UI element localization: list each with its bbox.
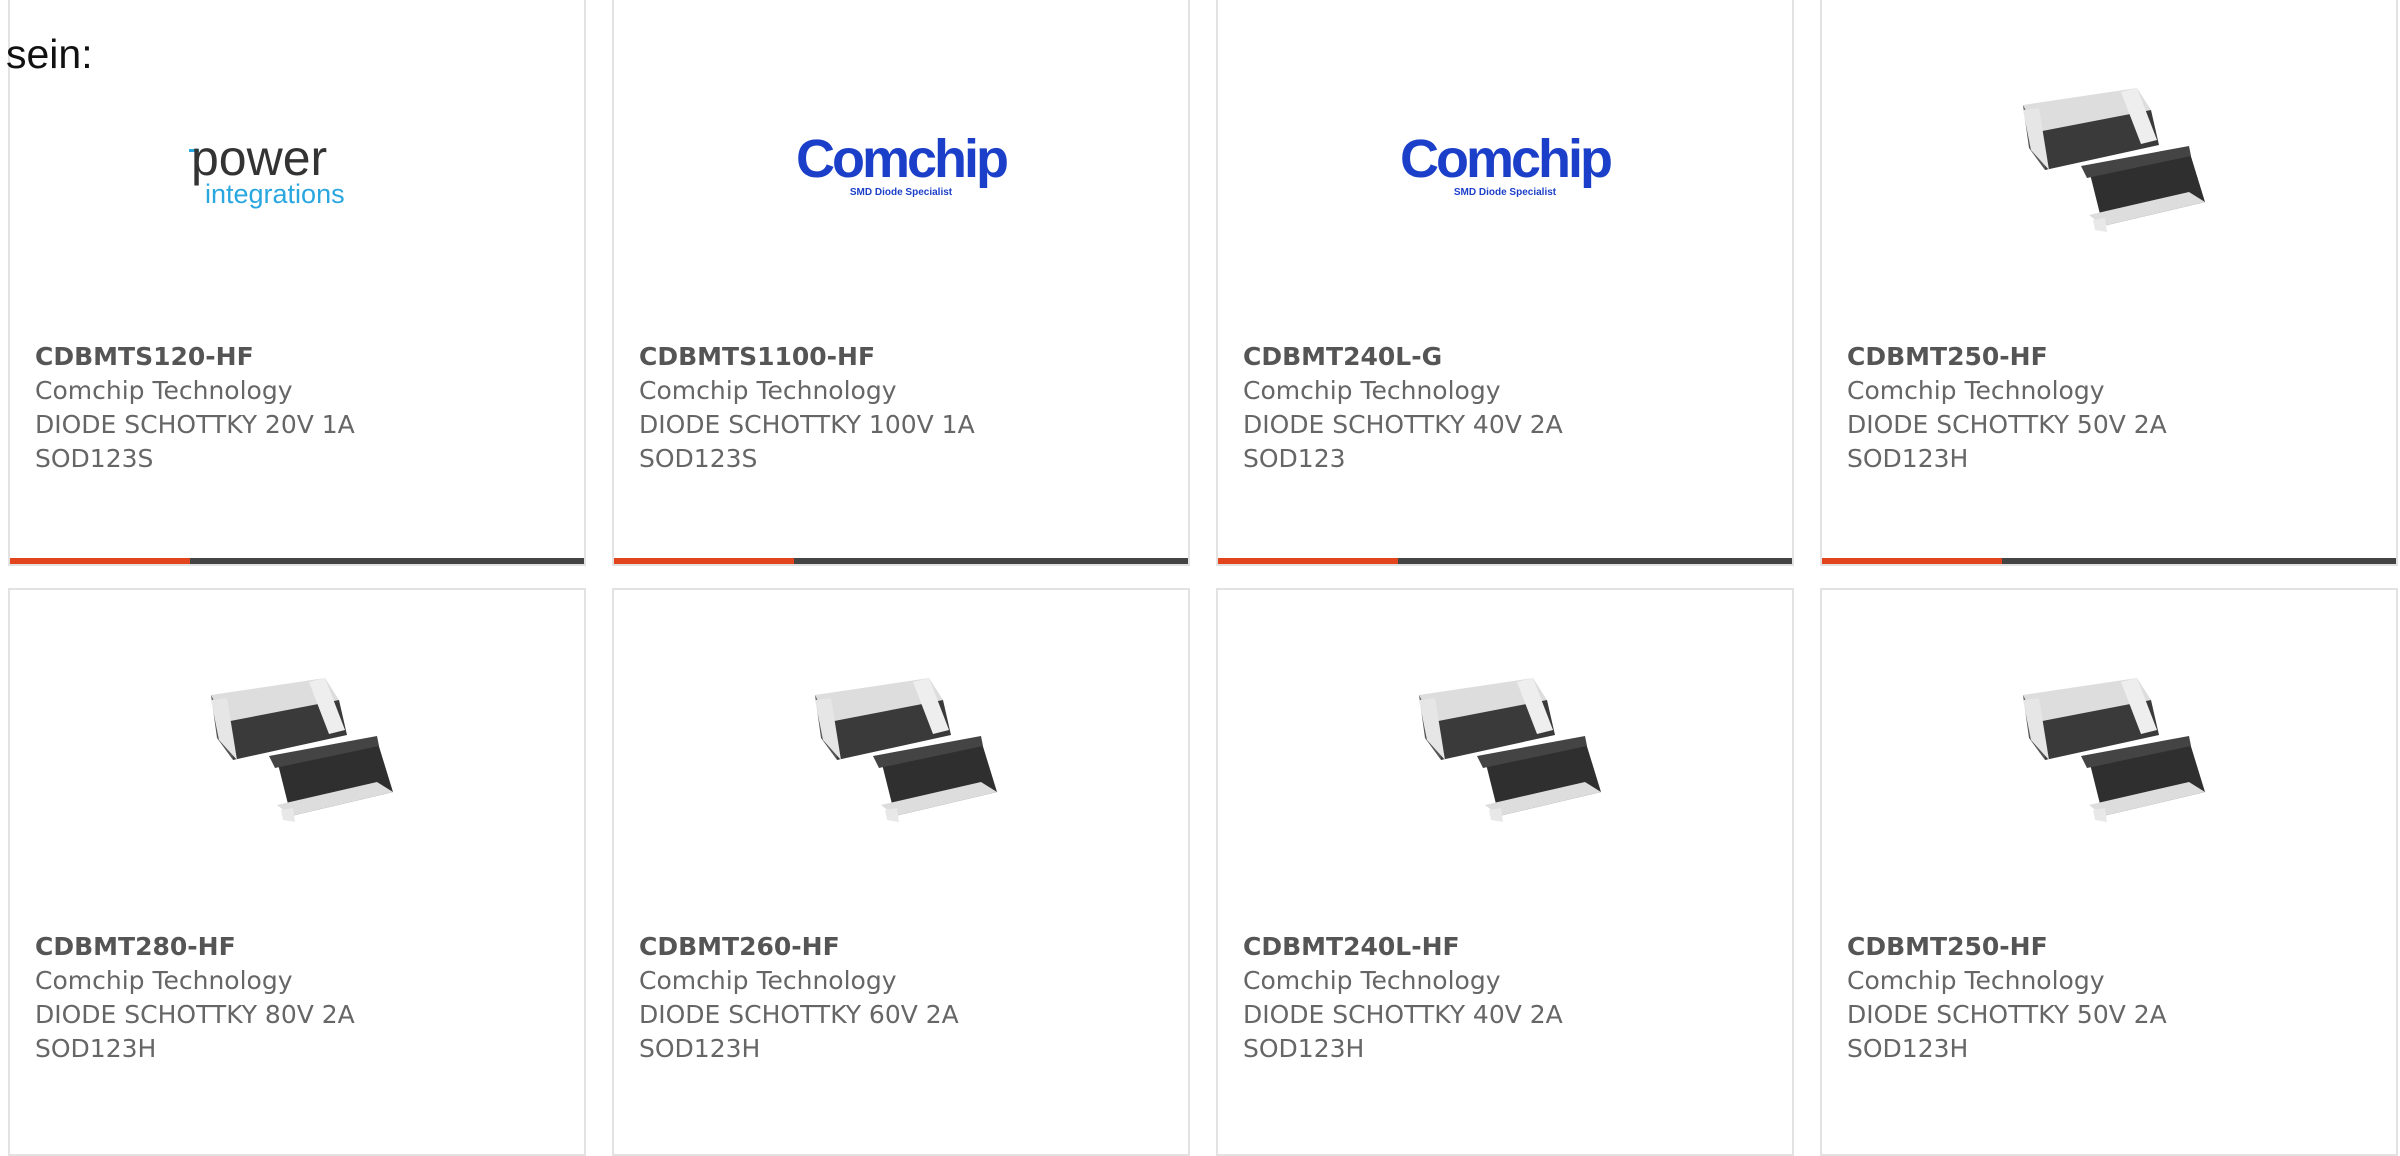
card-bottom-bar bbox=[614, 558, 1188, 564]
manufacturer: Comchip Technology bbox=[35, 376, 293, 405]
smd-diode-icon bbox=[2023, 88, 2205, 232]
part-number[interactable]: CDBMT240L-G bbox=[1243, 340, 1772, 374]
svg-text:power: power bbox=[191, 130, 327, 186]
product-grid: power integrations CDBMTS120-HF Comchip … bbox=[0, 0, 2400, 1156]
part-number[interactable]: CDBMT260-HF bbox=[639, 930, 1168, 964]
package: SOD123H bbox=[639, 1034, 761, 1063]
product-card[interactable]: Comchip SMD Diode Specialist CDBMT240L-G… bbox=[1216, 0, 1794, 566]
part-number[interactable]: CDBMTS1100-HF bbox=[639, 340, 1168, 374]
package: SOD123 bbox=[1243, 444, 1346, 473]
product-photo bbox=[614, 650, 1188, 870]
manufacturer-logo: Comchip SMD Diode Specialist bbox=[614, 60, 1188, 280]
package: SOD123H bbox=[1243, 1034, 1365, 1063]
card-bottom-bar bbox=[1822, 558, 2396, 564]
part-number[interactable]: CDBMTS120-HF bbox=[35, 340, 564, 374]
description: DIODE SCHOTTKY 20V 1A bbox=[35, 410, 355, 439]
part-number[interactable]: CDBMT280-HF bbox=[35, 930, 564, 964]
manufacturer: Comchip Technology bbox=[1243, 376, 1501, 405]
manufacturer: Comchip Technology bbox=[1243, 966, 1501, 995]
smd-diode-icon bbox=[2023, 678, 2205, 822]
product-card[interactable]: CDBMT250-HF Comchip Technology DIODE SCH… bbox=[1820, 0, 2398, 566]
manufacturer: Comchip Technology bbox=[1847, 966, 2105, 995]
manufacturer-logo: Comchip SMD Diode Specialist bbox=[1218, 60, 1792, 280]
product-photo bbox=[10, 650, 584, 870]
product-card[interactable]: CDBMT250-HF Comchip Technology DIODE SCH… bbox=[1820, 588, 2398, 1156]
package: SOD123S bbox=[35, 444, 154, 473]
product-photo bbox=[1822, 60, 2396, 280]
card-bottom-bar bbox=[10, 558, 584, 564]
package: SOD123H bbox=[35, 1034, 157, 1063]
svg-text:Comchip: Comchip bbox=[1400, 129, 1611, 189]
product-card[interactable]: CDBMT260-HF Comchip Technology DIODE SCH… bbox=[612, 588, 1190, 1156]
product-card[interactable]: CDBMT240L-HF Comchip Technology DIODE SC… bbox=[1216, 588, 1794, 1156]
product-photo bbox=[1218, 650, 1792, 870]
intro-text: sein: bbox=[6, 31, 93, 77]
power-integrations-logo-icon: power integrations bbox=[189, 130, 345, 209]
product-card[interactable]: Comchip SMD Diode Specialist CDBMTS1100-… bbox=[612, 0, 1190, 566]
product-photo bbox=[1822, 650, 2396, 870]
part-number[interactable]: CDBMT240L-HF bbox=[1243, 930, 1772, 964]
comchip-logo-icon: Comchip SMD Diode Specialist bbox=[1400, 129, 1614, 198]
svg-text:SMD Diode Specialist: SMD Diode Specialist bbox=[1454, 187, 1557, 198]
svg-text:integrations: integrations bbox=[205, 179, 345, 209]
svg-text:SMD Diode Specialist: SMD Diode Specialist bbox=[850, 187, 953, 198]
manufacturer: Comchip Technology bbox=[35, 966, 293, 995]
manufacturer: Comchip Technology bbox=[639, 376, 897, 405]
part-number[interactable]: CDBMT250-HF bbox=[1847, 930, 2376, 964]
manufacturer-logo: power integrations bbox=[10, 60, 584, 280]
manufacturer: Comchip Technology bbox=[1847, 376, 2105, 405]
description: DIODE SCHOTTKY 60V 2A bbox=[639, 1000, 959, 1029]
description: DIODE SCHOTTKY 40V 2A bbox=[1243, 410, 1563, 439]
smd-diode-icon bbox=[211, 678, 393, 822]
package: SOD123H bbox=[1847, 444, 1969, 473]
description: DIODE SCHOTTKY 80V 2A bbox=[35, 1000, 355, 1029]
description: DIODE SCHOTTKY 50V 2A bbox=[1847, 410, 2167, 439]
description: DIODE SCHOTTKY 100V 1A bbox=[639, 410, 975, 439]
part-number[interactable]: CDBMT250-HF bbox=[1847, 340, 2376, 374]
description: DIODE SCHOTTKY 50V 2A bbox=[1847, 1000, 2167, 1029]
package: SOD123H bbox=[1847, 1034, 1969, 1063]
smd-diode-icon bbox=[815, 678, 997, 822]
manufacturer: Comchip Technology bbox=[639, 966, 897, 995]
smd-diode-icon bbox=[1419, 678, 1601, 822]
description: DIODE SCHOTTKY 40V 2A bbox=[1243, 1000, 1563, 1029]
svg-text:Comchip: Comchip bbox=[796, 129, 1007, 189]
package: SOD123S bbox=[639, 444, 758, 473]
product-card[interactable]: power integrations CDBMTS120-HF Comchip … bbox=[8, 0, 586, 566]
product-card[interactable]: CDBMT280-HF Comchip Technology DIODE SCH… bbox=[8, 588, 586, 1156]
card-bottom-bar bbox=[1218, 558, 1792, 564]
comchip-logo-icon: Comchip SMD Diode Specialist bbox=[796, 129, 1010, 198]
